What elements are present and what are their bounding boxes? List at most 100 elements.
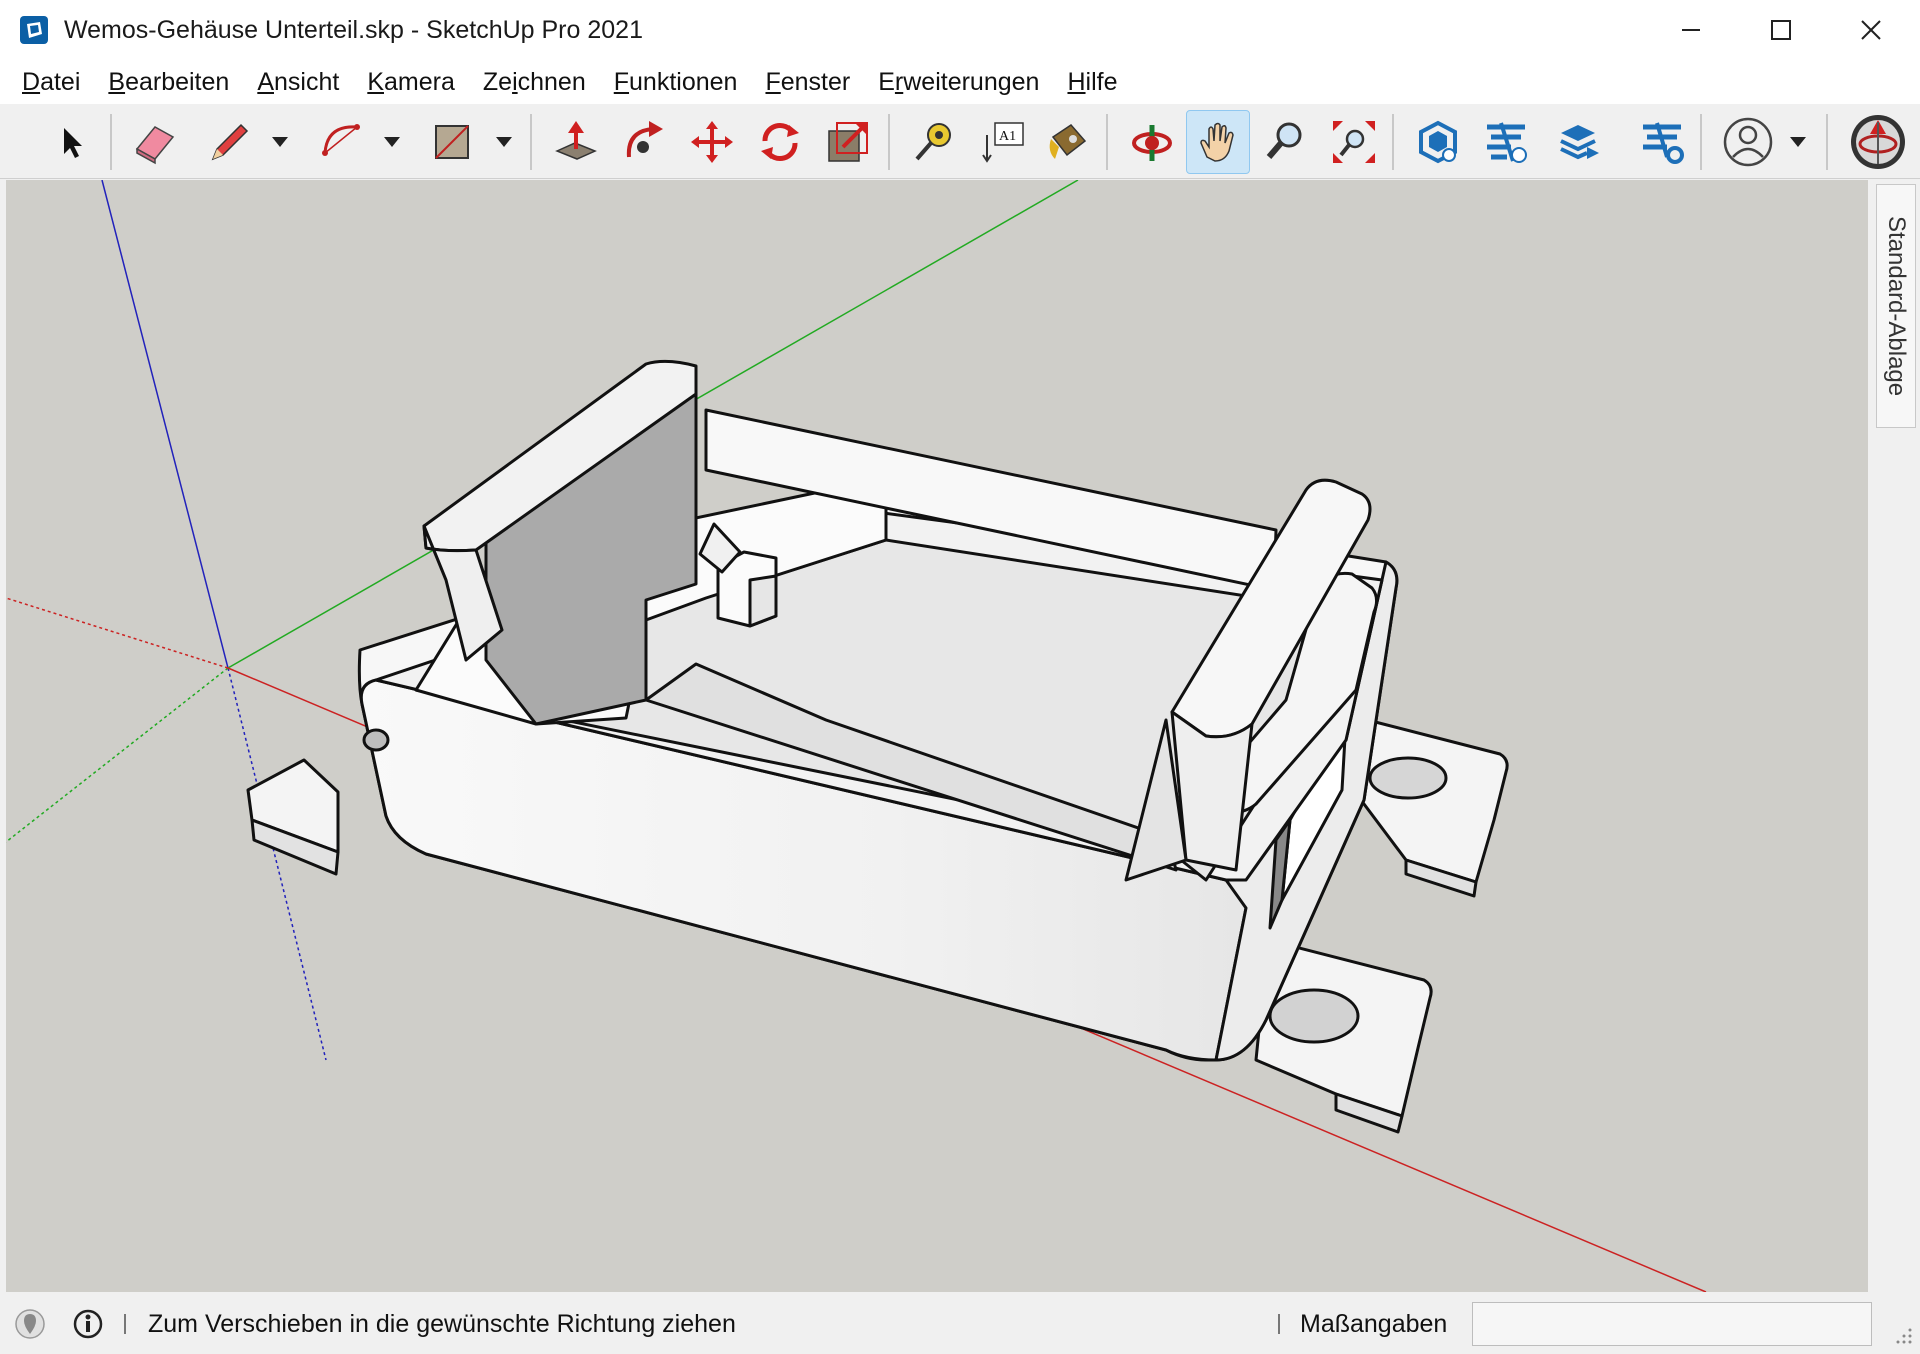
maximize-button[interactable] <box>1736 0 1826 60</box>
tape-measure-tool-button[interactable] <box>902 110 966 174</box>
main-toolbar: A1 <box>0 104 1920 179</box>
extension-warehouse-button[interactable] <box>1474 110 1538 174</box>
close-button[interactable] <box>1826 0 1916 60</box>
scale-tool-button[interactable] <box>816 110 880 174</box>
measurements-input[interactable] <box>1472 1302 1872 1346</box>
rotate-tool-button[interactable] <box>748 110 812 174</box>
default-tray: Standard-Ablage <box>1872 180 1920 1292</box>
extension-manager-icon <box>1643 122 1684 164</box>
chevron-down-icon <box>272 137 288 147</box>
pencil-icon <box>211 123 249 161</box>
toolbar-separator <box>1392 114 1394 170</box>
extension-warehouse-icon <box>1487 122 1527 163</box>
orbit-icon <box>1132 125 1172 161</box>
3d-model-canvas[interactable] <box>6 180 1868 1292</box>
orbit-tool-button[interactable] <box>1120 110 1184 174</box>
extension-manager-button[interactable] <box>1630 110 1694 174</box>
trimble-connect-button[interactable] <box>1846 110 1910 174</box>
red-axis-negative <box>6 597 229 669</box>
menu-bar: Datei Bearbeiten Ansicht Kamera Zeichnen… <box>0 60 1920 104</box>
status-message: Zum Verschieben in die gewünschte Richtu… <box>148 1310 736 1338</box>
tray-tab-standard-ablage[interactable]: Standard-Ablage <box>1876 184 1916 428</box>
menu-erweiterungen[interactable]: Erweiterungen <box>872 68 1045 97</box>
resize-grip-icon[interactable] <box>1892 1324 1916 1348</box>
rectangle-icon <box>435 125 469 159</box>
pencil-dropdown[interactable] <box>268 110 292 174</box>
info-icon[interactable] <box>72 1308 104 1340</box>
text-tool-button[interactable]: A1 <box>970 110 1034 174</box>
toolbar-separator <box>530 114 532 170</box>
status-separator <box>1278 1314 1280 1334</box>
zoom-extents-icon <box>1333 121 1375 163</box>
select-icon <box>64 128 82 158</box>
status-separator <box>124 1314 126 1334</box>
maximize-icon <box>1771 20 1791 40</box>
follow-me-tool-button[interactable] <box>612 110 676 174</box>
svg-text:A1: A1 <box>999 129 1016 144</box>
zoom-tool-button[interactable] <box>1254 110 1318 174</box>
zoom-icon <box>1266 122 1302 159</box>
rectangle-tool-button[interactable] <box>420 110 484 174</box>
toolbar-separator <box>1700 114 1702 170</box>
close-icon <box>1861 20 1881 40</box>
account-button[interactable] <box>1716 110 1780 174</box>
menu-funktionen[interactable]: Funktionen <box>608 68 744 97</box>
account-icon <box>1723 117 1773 167</box>
rectangle-dropdown[interactable] <box>492 110 516 174</box>
tape-measure-icon <box>915 123 951 161</box>
move-tool-button[interactable] <box>680 110 744 174</box>
account-dropdown[interactable] <box>1786 110 1810 174</box>
minimize-button[interactable] <box>1646 0 1736 60</box>
rotate-icon <box>761 122 799 162</box>
menu-kamera[interactable]: Kamera <box>361 68 461 97</box>
menu-datei[interactable]: Datei <box>16 68 86 97</box>
toolbar-separator <box>1826 114 1828 170</box>
pan-icon <box>1200 122 1234 162</box>
menu-fenster[interactable]: Fenster <box>759 68 856 97</box>
geo-location-icon[interactable] <box>14 1308 46 1340</box>
eraser-tool-button[interactable] <box>122 110 186 174</box>
chevron-down-icon <box>384 137 400 147</box>
arc-tool-button[interactable] <box>310 110 374 174</box>
zoom-extents-tool-button[interactable] <box>1322 110 1386 174</box>
toolbar-separator <box>888 114 890 170</box>
scale-icon <box>828 122 868 162</box>
menu-hilfe[interactable]: Hilfe <box>1061 68 1123 97</box>
enclosure-model[interactable] <box>246 359 1509 1134</box>
paint-bucket-tool-button[interactable] <box>1036 110 1100 174</box>
trimble-connect-icon <box>1851 115 1905 169</box>
send-to-layout-button[interactable] <box>1546 110 1610 174</box>
green-axis-negative <box>6 667 229 843</box>
menu-zeichnen[interactable]: Zeichnen <box>477 68 592 97</box>
status-bar: Zum Verschieben in die gewünschte Richtu… <box>0 1294 1920 1354</box>
move-icon <box>691 121 733 163</box>
toolbar-separator <box>1106 114 1108 170</box>
minimize-icon <box>1682 29 1700 31</box>
follow-me-icon <box>626 121 663 158</box>
measurements-label: Maßangaben <box>1300 1310 1448 1338</box>
blue-axis <box>101 180 229 669</box>
push-pull-tool-button[interactable] <box>544 110 608 174</box>
select-tool-button[interactable] <box>40 110 104 174</box>
3d-warehouse-button[interactable] <box>1406 110 1470 174</box>
tray-tab-label: Standard-Ablage <box>1883 215 1910 397</box>
toolbar-separator <box>110 114 112 170</box>
title-bar: Wemos-Gehäuse Unterteil.skp - SketchUp P… <box>0 0 1920 60</box>
3d-warehouse-icon <box>1419 120 1457 164</box>
paint-bucket-icon <box>1049 124 1087 159</box>
pencil-tool-button[interactable] <box>196 110 260 174</box>
menu-ansicht[interactable]: Ansicht <box>251 68 345 97</box>
sketchup-app-icon <box>20 16 48 44</box>
arc-dropdown[interactable] <box>380 110 404 174</box>
window-title: Wemos-Gehäuse Unterteil.skp - SketchUp P… <box>64 15 643 44</box>
eraser-icon <box>135 126 175 165</box>
modeling-viewport[interactable] <box>6 180 1868 1292</box>
menu-bearbeiten[interactable]: Bearbeiten <box>102 68 235 97</box>
layout-icon <box>1560 125 1599 160</box>
chevron-down-icon <box>496 137 512 147</box>
text-icon: A1 <box>982 122 1024 163</box>
pan-tool-button[interactable] <box>1186 110 1250 174</box>
push-pull-icon <box>555 121 597 160</box>
arc-icon <box>322 124 360 156</box>
chevron-down-icon <box>1790 137 1806 147</box>
